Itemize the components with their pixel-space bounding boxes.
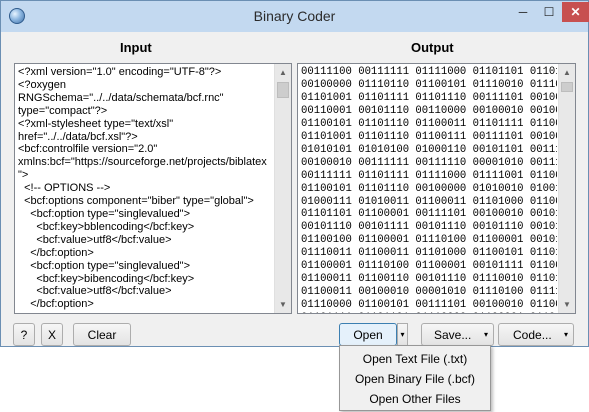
title-bar[interactable]: Binary Coder ─ ☐ ✕ [1, 1, 589, 32]
output-textarea[interactable]: 00111100 00111111 01111000 01101101 0110… [297, 63, 576, 314]
input-scroll-thumb[interactable] [277, 82, 289, 98]
close-button[interactable]: ✕ [562, 2, 589, 22]
main-window: Binary Coder ─ ☐ ✕ Input Output <?xml ve… [0, 0, 589, 347]
menu-item-open-binary-file[interactable]: Open Binary File (.bcf) [342, 369, 488, 389]
open-button[interactable]: Open [339, 323, 397, 346]
output-scrollbar[interactable]: ▲ ▼ [558, 64, 575, 313]
minimize-button[interactable]: ─ [510, 2, 536, 22]
code-button-label: Code... [513, 327, 552, 342]
chevron-down-icon: ▾ [563, 330, 568, 339]
save-button-label: Save... [434, 327, 472, 342]
output-scroll-thumb[interactable] [561, 82, 573, 92]
scroll-down-icon[interactable]: ▼ [559, 296, 575, 313]
input-scrollbar[interactable]: ▲ ▼ [274, 64, 291, 313]
input-textarea[interactable]: <?xml version="1.0" encoding="UTF-8"?> <… [14, 63, 292, 314]
scroll-up-icon[interactable]: ▲ [559, 64, 575, 81]
input-label: Input [120, 40, 152, 55]
clear-button[interactable]: Clear [73, 323, 131, 346]
code-button[interactable]: Code... ▾ [498, 323, 574, 346]
output-label: Output [411, 40, 454, 55]
window-title: Binary Coder [253, 8, 336, 24]
open-dropdown-arrow[interactable]: ▾ [397, 323, 408, 346]
scroll-up-icon[interactable]: ▲ [275, 64, 291, 81]
menu-item-open-text-file[interactable]: Open Text File (.txt) [342, 349, 488, 369]
chevron-down-icon: ▾ [483, 330, 488, 339]
menu-item-open-other-files[interactable]: Open Other Files [342, 389, 488, 409]
maximize-button[interactable]: ☐ [536, 2, 562, 22]
help-button[interactable]: ? [13, 323, 35, 346]
open-menu: Open Text File (.txt) Open Binary File (… [339, 345, 491, 411]
save-button[interactable]: Save... ▾ [421, 323, 494, 346]
clear-x-button[interactable]: X [41, 323, 63, 346]
output-text: 00111100 00111111 01111000 01101101 0110… [301, 66, 557, 313]
input-text: <?xml version="1.0" encoding="UTF-8"?> <… [18, 66, 267, 311]
scroll-down-icon[interactable]: ▼ [275, 296, 291, 313]
